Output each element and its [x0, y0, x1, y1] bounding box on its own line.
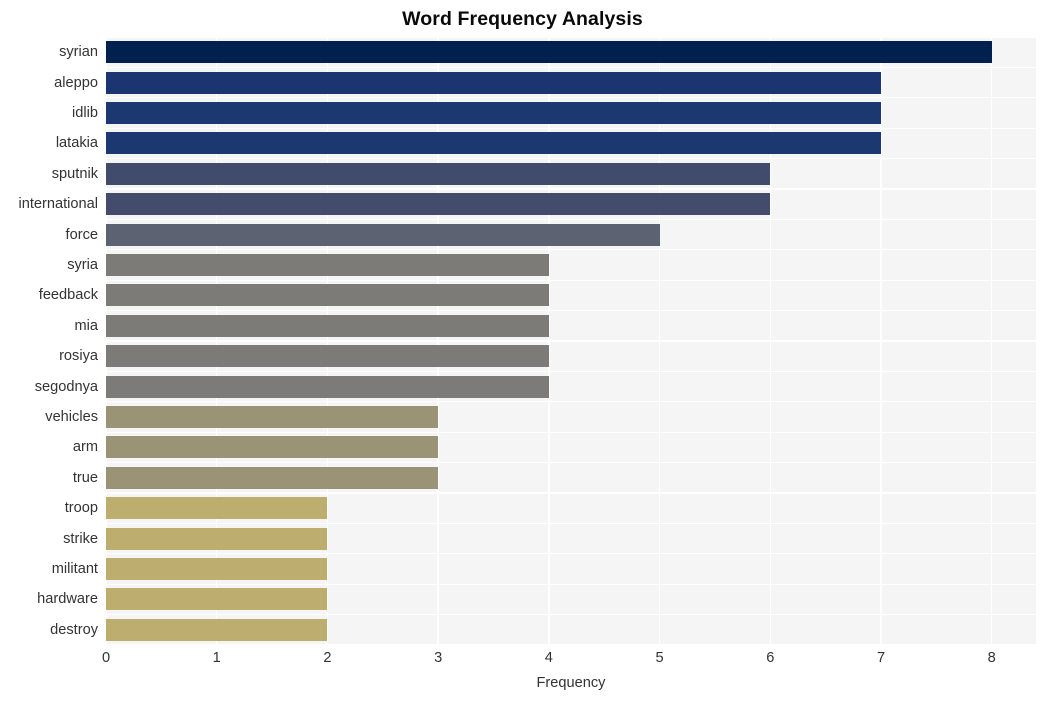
- y-tick-label: mia: [74, 317, 98, 334]
- x-tick-label: 4: [544, 650, 553, 666]
- gridline-horizontal: [106, 340, 1036, 342]
- bar: [106, 71, 881, 94]
- y-tick-label: international: [18, 196, 98, 213]
- x-tick-label: 6: [766, 650, 775, 666]
- bar: [106, 588, 328, 611]
- y-tick-label: segodnya: [34, 378, 98, 395]
- gridline-horizontal: [106, 492, 1036, 494]
- x-tick-label: 8: [987, 650, 996, 666]
- y-tick-label: arm: [72, 439, 98, 456]
- gridline-horizontal: [106, 66, 1036, 69]
- gridline-horizontal: [106, 249, 1036, 251]
- bar: [106, 284, 549, 307]
- bar: [106, 406, 439, 428]
- y-axis-tick-labels: syrian aleppo idlib latakia sputnik internati…: [0, 37, 98, 645]
- gridline-horizontal: [106, 583, 1036, 585]
- gridline-horizontal: [106, 522, 1036, 525]
- x-tick-label: 1: [212, 650, 221, 666]
- x-tick-label: 7: [876, 650, 886, 666]
- y-tick-label: militant: [51, 561, 98, 577]
- bar: [106, 497, 328, 520]
- gridline-horizontal: [106, 309, 1036, 312]
- gridline-horizontal: [106, 37, 1036, 38]
- x-axis-tick-labels: 0 1 2 3 4 5 6 7 8: [102, 648, 1036, 672]
- gridline-horizontal: [106, 431, 1036, 433]
- y-tick-label: sputnik: [51, 165, 98, 182]
- x-axis-label: Frequency: [536, 675, 606, 691]
- x-tick-label: 0: [101, 650, 111, 666]
- chart-figure: Word Frequency Analysis syrian aleppo idli…: [0, 0, 1045, 701]
- bar: [106, 375, 549, 398]
- y-tick-label: force: [65, 226, 98, 243]
- gridline-horizontal: [106, 279, 1036, 281]
- gridline-horizontal: [106, 127, 1036, 129]
- gridline-horizontal: [106, 644, 1036, 645]
- gridline-horizontal: [106, 370, 1036, 373]
- bar: [106, 223, 660, 246]
- x-tick-label: 3: [434, 650, 443, 666]
- bar: [106, 41, 992, 64]
- bar: [106, 466, 439, 489]
- y-tick-label: hardware: [37, 591, 98, 608]
- gridline-horizontal: [106, 553, 1036, 555]
- gridline-horizontal: [106, 218, 1036, 221]
- bar: [106, 618, 328, 641]
- bar: [106, 314, 549, 337]
- bar: [106, 254, 549, 276]
- y-tick-label: latakia: [55, 135, 98, 152]
- chart-title: Word Frequency Analysis: [402, 8, 643, 30]
- y-tick-label: idlib: [72, 105, 98, 121]
- y-tick-label: rosiya: [59, 348, 98, 365]
- bar: [106, 436, 439, 459]
- gridline-horizontal: [106, 401, 1036, 403]
- gridline-horizontal: [106, 157, 1036, 160]
- y-tick-label: destroy: [50, 621, 98, 638]
- y-tick-label: aleppo: [54, 74, 98, 91]
- y-tick-label: syria: [67, 257, 98, 273]
- bar: [106, 193, 771, 216]
- y-tick-label: syrian: [59, 44, 98, 61]
- y-tick-label: true: [72, 469, 98, 486]
- y-tick-label: troop: [64, 500, 98, 517]
- bar: [106, 162, 771, 185]
- y-tick-label: strike: [63, 530, 98, 547]
- gridline-horizontal: [106, 188, 1036, 190]
- gridline-horizontal: [106, 613, 1036, 616]
- x-tick-label: 2: [323, 650, 332, 666]
- gridline-horizontal: [106, 461, 1036, 464]
- bar: [106, 527, 328, 550]
- plot-area: [106, 37, 1036, 645]
- gridline-horizontal: [106, 97, 1036, 99]
- x-tick-label: 5: [655, 650, 664, 666]
- y-tick-label: feedback: [38, 287, 98, 304]
- y-tick-label: vehicles: [45, 409, 98, 425]
- bar: [106, 558, 328, 580]
- bar: [106, 132, 881, 155]
- bar: [106, 345, 549, 368]
- bar: [106, 102, 881, 124]
